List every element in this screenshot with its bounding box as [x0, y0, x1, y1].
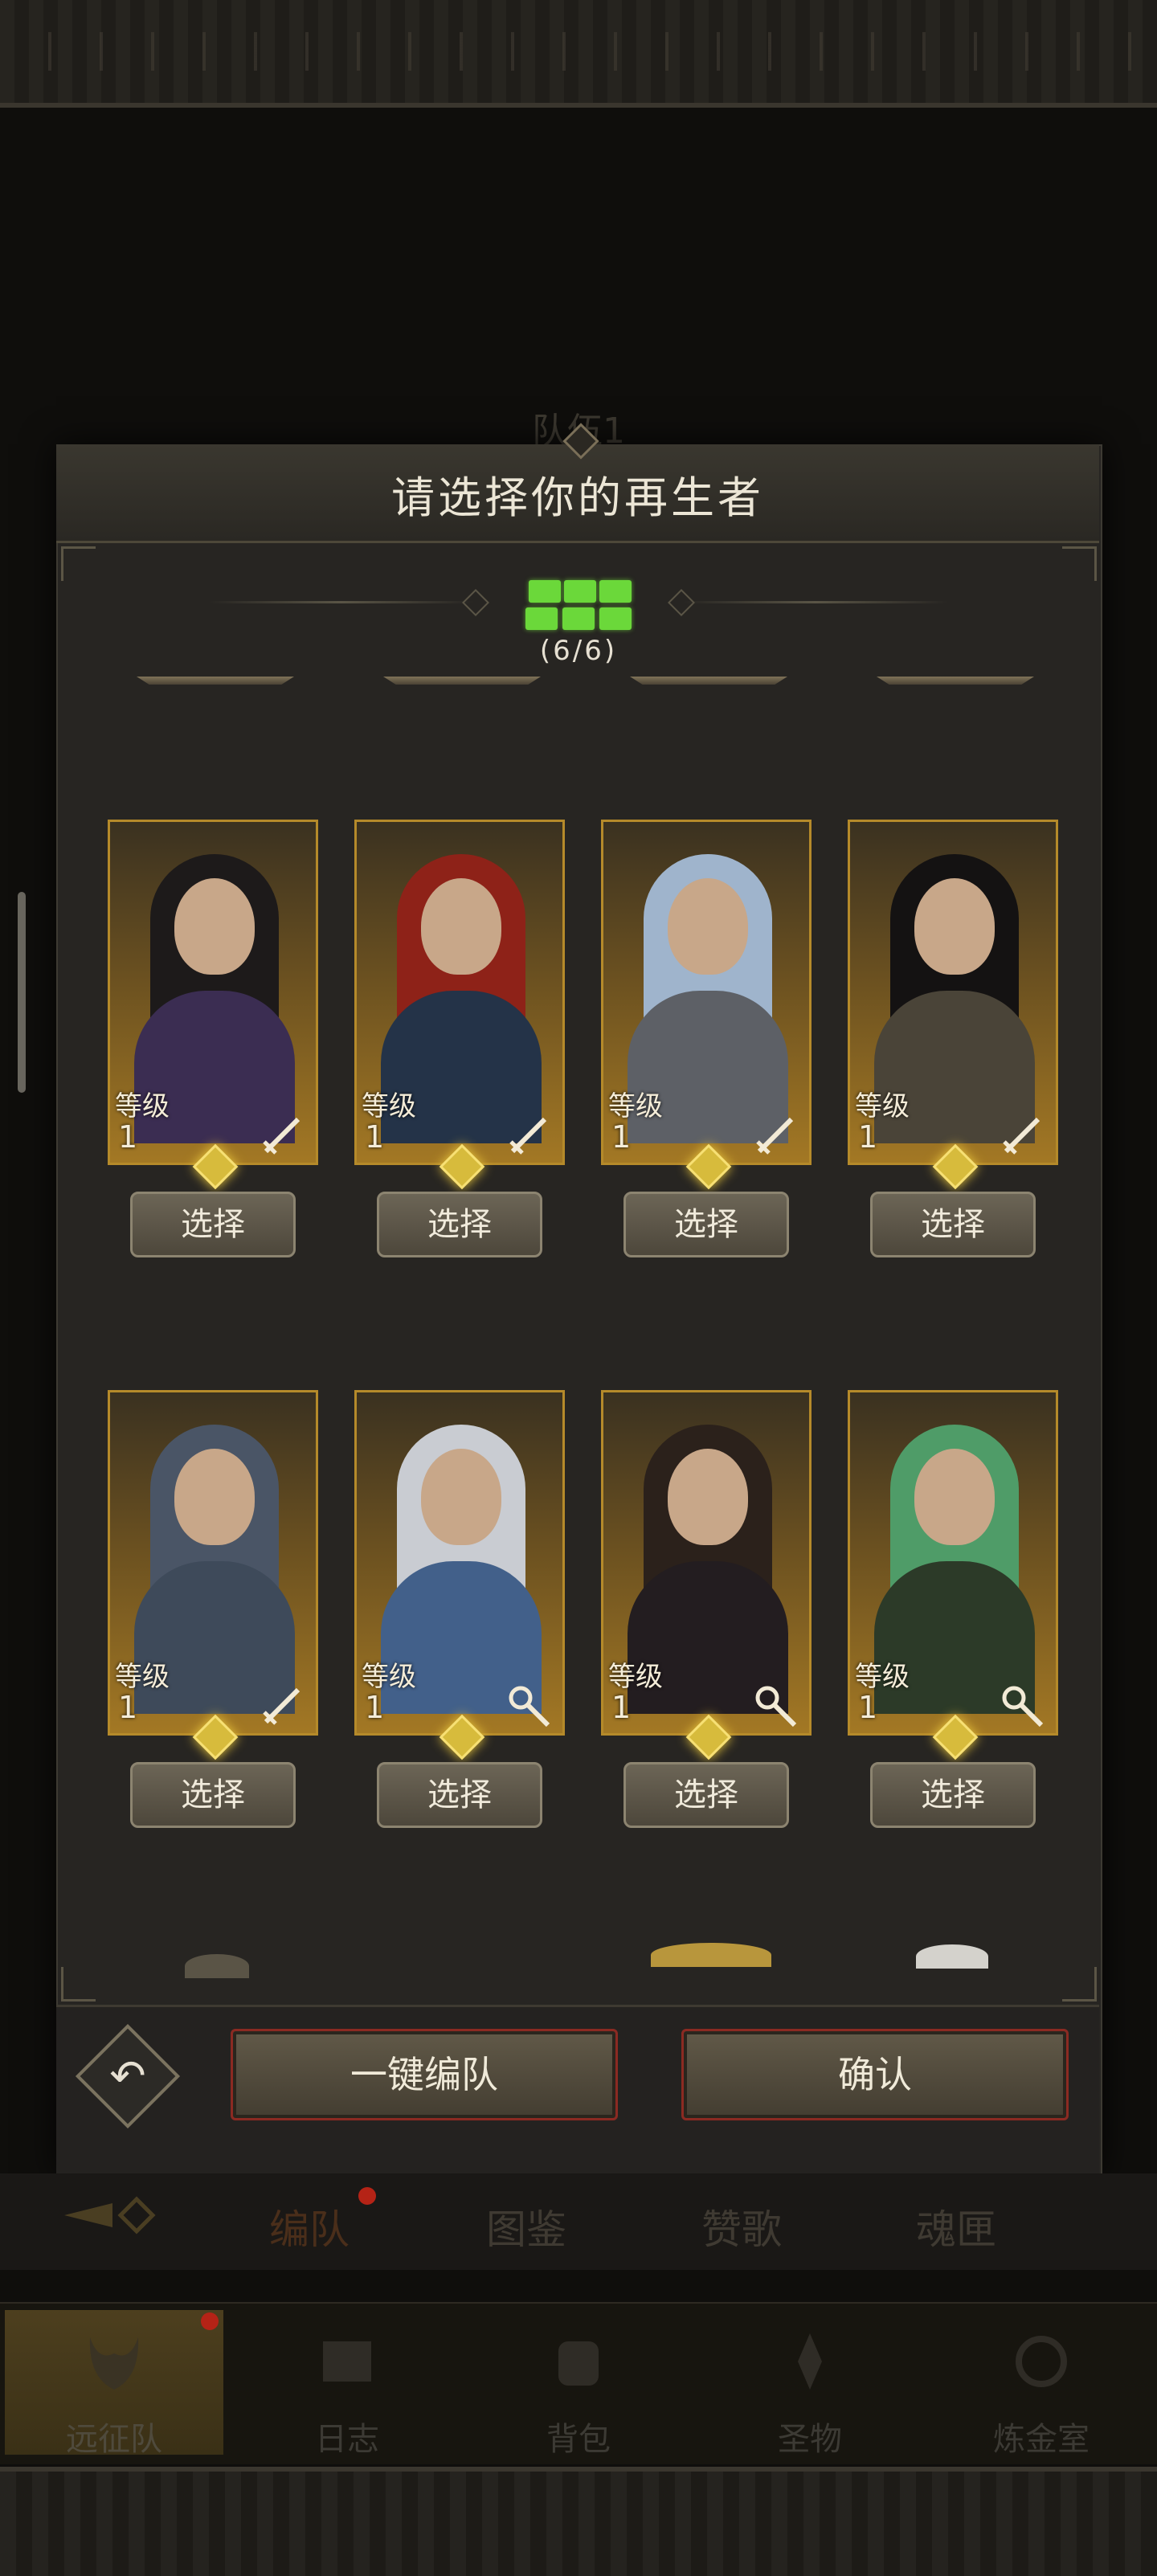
undo-icon: ↶	[109, 2051, 146, 2101]
corner-ornament	[61, 546, 96, 581]
team-slot-bar	[877, 677, 1034, 685]
select-button[interactable]: 选择	[870, 1192, 1036, 1257]
hero-card-peek	[651, 1943, 771, 1967]
hero-card[interactable]: 等级 1	[848, 1390, 1058, 1736]
hero-portrait	[126, 854, 303, 1143]
confirm-button[interactable]: 确认	[681, 2029, 1069, 2120]
team-slot-bar	[383, 677, 541, 685]
level-label: 等级	[362, 1090, 416, 1122]
nav-label: 背包	[546, 2421, 611, 2458]
nav-backpack[interactable]: 背包	[469, 2310, 688, 2458]
back-arrow-icon[interactable]	[64, 2194, 161, 2237]
nav-alchemy[interactable]: 炼金室	[932, 2310, 1151, 2458]
helmet-icon	[89, 2337, 139, 2390]
team-count: (6/6)	[539, 635, 618, 667]
nav-label: 圣物	[778, 2421, 842, 2458]
sword-icon	[509, 1117, 547, 1155]
corner-ornament	[61, 1967, 96, 2002]
tab-formation[interactable]: 编队	[269, 2198, 350, 2255]
hero-portrait	[373, 854, 550, 1143]
hero-card[interactable]: 等级 1	[108, 1390, 318, 1736]
tab-codex[interactable]: 图鉴	[486, 2198, 566, 2255]
level-value: 1	[365, 1690, 385, 1725]
nav-relics[interactable]: 圣物	[701, 2310, 919, 2458]
level-value: 1	[858, 1690, 878, 1725]
select-button[interactable]: 选择	[377, 1192, 542, 1257]
hero-card-peek	[916, 1944, 988, 1969]
scroll-indicator[interactable]	[18, 892, 26, 1093]
select-button[interactable]: 选择	[623, 1762, 789, 1828]
level-value: 1	[858, 1119, 878, 1155]
sword-icon	[263, 1687, 300, 1725]
relic-icon	[798, 2333, 822, 2390]
level-label: 等级	[608, 1090, 663, 1122]
level-label: 等级	[362, 1661, 416, 1693]
sword-icon	[263, 1117, 300, 1155]
hero-card[interactable]: 等级 1	[354, 1390, 565, 1736]
auto-team-button[interactable]: 一键编队	[231, 2029, 618, 2120]
alchemy-icon	[1016, 2336, 1067, 2387]
hero-portrait	[126, 1425, 303, 1714]
team-slot-bar	[137, 677, 294, 685]
select-button[interactable]: 选择	[130, 1192, 296, 1257]
staff-icon	[1002, 1686, 1044, 1728]
level-value: 1	[611, 1690, 632, 1725]
hero-card[interactable]: 等级 1	[601, 820, 812, 1165]
level-label: 等级	[855, 1090, 910, 1122]
level-value: 1	[611, 1119, 632, 1155]
select-hero-dialog	[56, 444, 1102, 2175]
decor-line-right	[683, 601, 948, 603]
tab-anthem[interactable]: 赞歌	[701, 2198, 782, 2255]
backpack-icon	[558, 2341, 599, 2386]
level-label: 等级	[855, 1661, 910, 1693]
top-ornament-bar	[0, 0, 1157, 108]
sword-icon	[1003, 1117, 1040, 1155]
select-button[interactable]: 选择	[870, 1762, 1036, 1828]
dialog-title: 请选择你的再生者	[391, 472, 764, 523]
select-button[interactable]: 选择	[377, 1762, 542, 1828]
staff-icon	[509, 1686, 550, 1728]
nav-label: 远征队	[66, 2421, 162, 2458]
sword-icon	[756, 1117, 794, 1155]
nav-journal[interactable]: 日志	[238, 2310, 456, 2458]
level-label: 等级	[608, 1661, 663, 1693]
level-value: 1	[118, 1690, 138, 1725]
corner-ornament	[1062, 1967, 1097, 2002]
select-button[interactable]: 选择	[623, 1192, 789, 1257]
hero-portrait	[373, 1425, 550, 1714]
tab-soul-box[interactable]: 魂匣	[916, 2198, 996, 2255]
notification-badge	[358, 2187, 376, 2205]
nav-label: 日志	[315, 2421, 379, 2458]
hero-portrait	[866, 1425, 1043, 1714]
level-value: 1	[118, 1119, 138, 1155]
level-value: 1	[365, 1119, 385, 1155]
decor-line-left	[209, 601, 474, 603]
bottom-ornament-bar	[0, 2467, 1157, 2576]
hero-portrait	[619, 854, 796, 1143]
level-label: 等级	[115, 1661, 170, 1693]
hero-card-peek	[185, 1954, 249, 1978]
hero-card[interactable]: 等级 1	[848, 820, 1058, 1165]
hero-card[interactable]: 等级 1	[354, 820, 565, 1165]
notification-badge	[201, 2312, 219, 2330]
staff-icon	[755, 1686, 797, 1728]
hero-card[interactable]: 等级 1	[601, 1390, 812, 1736]
level-label: 等级	[115, 1090, 170, 1122]
hero-portrait	[866, 854, 1043, 1143]
scroll-icon	[323, 2341, 371, 2382]
hero-portrait	[619, 1425, 796, 1714]
nav-expedition[interactable]: 远征队	[5, 2310, 223, 2458]
hero-card[interactable]: 等级 1	[108, 820, 318, 1165]
corner-ornament	[1062, 546, 1097, 581]
nav-label: 炼金室	[993, 2421, 1090, 2458]
select-button[interactable]: 选择	[130, 1762, 296, 1828]
team-slot-bar	[630, 677, 787, 685]
team-formation-icon	[522, 579, 635, 635]
